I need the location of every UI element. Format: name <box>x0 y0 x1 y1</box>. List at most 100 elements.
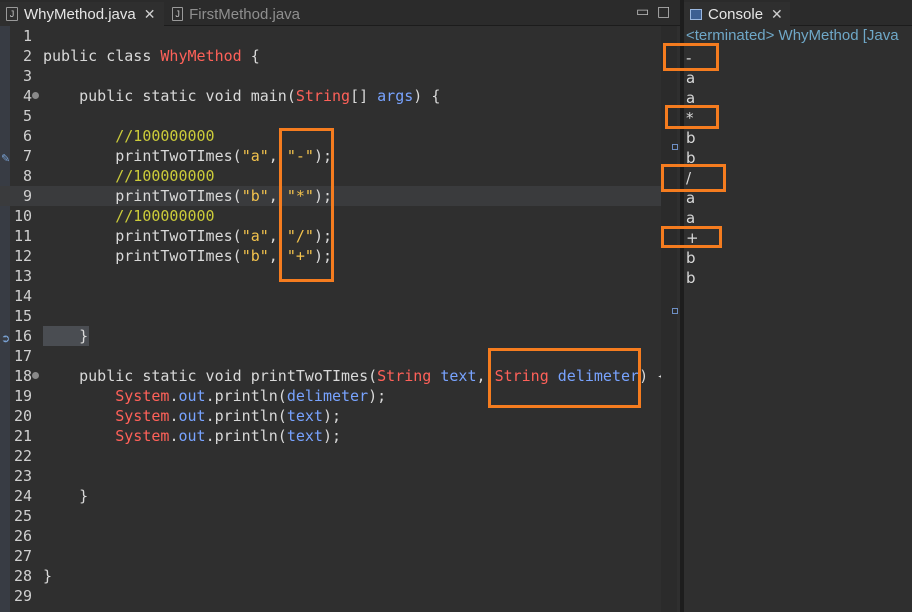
close-icon[interactable]: ✕ <box>771 6 783 23</box>
code-token: "-" <box>286 147 314 165</box>
tab-whymethod-java[interactable]: J WhyMethod.java ✕ <box>0 2 164 26</box>
line-number: 1 <box>22 27 32 45</box>
tab-label: FirstMethod.java <box>189 5 300 23</box>
code-line[interactable]: 24 } <box>0 486 662 506</box>
code-token: "a" <box>241 227 269 245</box>
console-output-line: a <box>686 209 696 227</box>
line-number: 5 <box>22 107 32 125</box>
code-text: System.out.println(text); <box>43 406 341 426</box>
code-token: printTwoTImes( <box>43 247 242 265</box>
text-caret <box>332 187 333 204</box>
line-number: 26 <box>13 527 32 545</box>
code-line[interactable]: 3 <box>0 66 662 86</box>
code-token: [] <box>350 87 378 105</box>
code-line[interactable]: 15 <box>0 306 662 326</box>
code-token: text <box>440 367 477 385</box>
code-token: { <box>241 47 260 65</box>
code-token: System <box>43 427 170 445</box>
code-line[interactable]: 27 <box>0 546 662 566</box>
console-output-line: a <box>686 69 696 87</box>
code-line[interactable]: ➲ 16 } <box>0 326 662 346</box>
code-text: printTwoTImes("a", "-"); <box>43 146 332 166</box>
code-line[interactable]: 18 public static void printTwoTImes(Stri… <box>0 366 666 386</box>
code-token: "/" <box>286 227 314 245</box>
code-line[interactable]: 14 <box>0 286 662 306</box>
code-token: ) { <box>413 87 441 105</box>
minimize-icon[interactable]: ▭ <box>636 4 649 20</box>
code-line[interactable]: 17 <box>0 346 662 366</box>
line-number: 9 <box>22 187 32 205</box>
code-token: .println( <box>205 427 287 445</box>
code-token: printTwoTImes( <box>43 227 242 245</box>
code-token: , <box>268 247 287 265</box>
code-line[interactable]: 28} <box>0 566 662 586</box>
line-number: 25 <box>13 507 32 525</box>
code-token: , <box>476 367 495 385</box>
code-line[interactable]: 11 printTwoTImes("a", "/"); <box>0 226 662 246</box>
fold-marker-icon[interactable] <box>32 372 39 379</box>
code-editor[interactable]: 1 2 public class WhyMethod {3 4 public stat… <box>0 26 682 612</box>
code-token: "*" <box>286 187 314 205</box>
code-token: delimeter <box>557 367 640 385</box>
code-line[interactable]: 9 printTwoTImes("b", "*"); <box>0 186 662 206</box>
code-token: delimeter <box>286 387 369 405</box>
code-text: //100000000 <box>43 206 214 226</box>
code-line[interactable]: 13 <box>0 266 662 286</box>
code-line[interactable]: 6 //100000000 <box>0 126 662 146</box>
tab-console[interactable]: Console ✕ <box>684 2 790 26</box>
tab-firstmethod-java[interactable]: J FirstMethod.java <box>166 2 306 26</box>
code-token: "b" <box>241 247 269 265</box>
console-output-line: - <box>686 49 692 67</box>
code-line[interactable]: 4 public static void main(String[] args)… <box>0 86 662 106</box>
code-line[interactable]: 19 System.out.println(delimeter); <box>0 386 662 406</box>
code-text: public static void main(String[] args) { <box>43 86 440 106</box>
line-number: 28 <box>13 567 32 585</box>
line-number: 18 <box>13 367 32 385</box>
code-token: main( <box>250 87 296 105</box>
code-text: } <box>43 486 88 506</box>
code-line[interactable]: 21 System.out.println(text); <box>0 426 662 446</box>
vertical-scrollbar[interactable] <box>661 26 677 612</box>
code-line[interactable]: 5 <box>0 106 662 126</box>
code-line[interactable]: 20 System.out.println(text); <box>0 406 662 426</box>
code-token: //100000000 <box>43 127 215 145</box>
code-text: printTwoTImes("b", "+"); <box>43 246 332 266</box>
maximize-icon[interactable]: □ <box>657 4 670 20</box>
close-icon[interactable]: ✕ <box>144 6 156 23</box>
code-token: printTwoTImes( <box>250 367 378 385</box>
code-line[interactable]: 26 <box>0 526 662 546</box>
code-line[interactable]: 22 <box>0 446 662 466</box>
fold-marker-icon[interactable] <box>32 92 39 99</box>
code-token: ); <box>322 427 342 445</box>
line-number: 7 <box>22 147 32 165</box>
code-token: System <box>43 407 170 425</box>
console-side-mark <box>672 308 678 314</box>
code-line[interactable]: 2 public class WhyMethod { <box>0 46 662 66</box>
code-token: "+" <box>286 247 314 265</box>
console-tab-label: Console <box>708 5 764 23</box>
code-line[interactable]: 8 //100000000 <box>0 166 662 186</box>
line-number: 10 <box>13 207 32 225</box>
code-line[interactable]: 12 printTwoTImes("b", "+"); <box>0 246 662 266</box>
code-line[interactable]: 1 <box>0 26 662 46</box>
code-token: String <box>494 367 549 385</box>
code-token: public static void <box>43 87 251 105</box>
console-tab-bar: Console ✕ <box>684 0 912 26</box>
code-line[interactable]: 29 <box>0 586 662 606</box>
code-token: , <box>268 227 287 245</box>
code-text: public static void printTwoTImes(String … <box>43 366 666 386</box>
code-token: } <box>43 567 53 585</box>
code-token: String <box>377 367 432 385</box>
java-file-icon: J <box>6 7 18 21</box>
code-line[interactable]: 25 <box>0 506 662 526</box>
code-token: ); <box>313 147 332 165</box>
code-line[interactable]: ✎ 7 printTwoTImes("a", "-"); <box>0 146 662 166</box>
code-line[interactable]: 23 <box>0 466 662 486</box>
code-token: ); <box>313 187 332 205</box>
code-token: printTwoTImes( <box>43 147 242 165</box>
code-line[interactable]: 10 //100000000 <box>0 206 662 226</box>
line-number: 11 <box>13 227 32 245</box>
code-text: //100000000 <box>43 126 215 146</box>
code-token: public class <box>43 47 161 65</box>
